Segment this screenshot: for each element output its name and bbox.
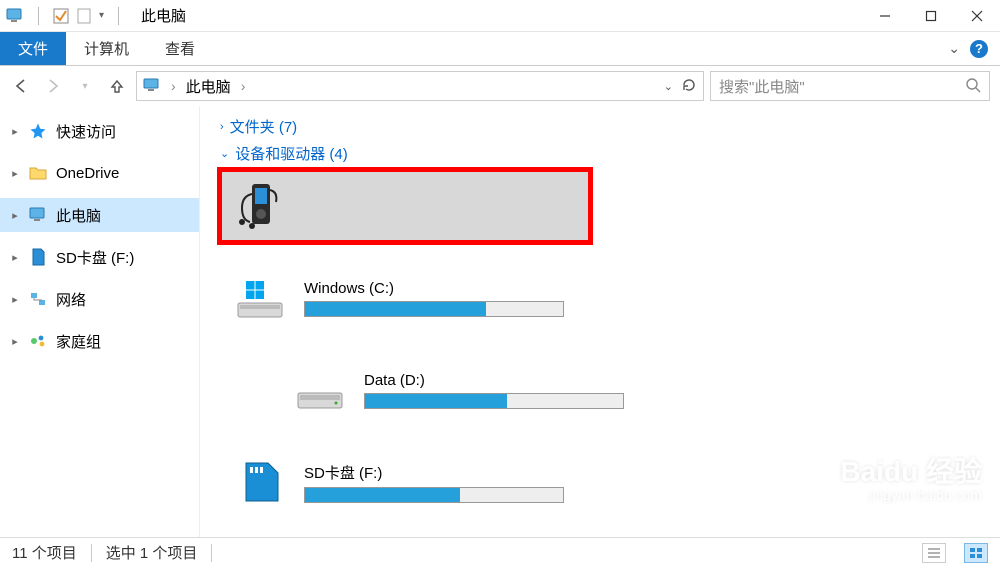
device-name: Data (D:) (364, 372, 642, 389)
up-button[interactable] (104, 73, 130, 99)
sidebar-item-this-pc[interactable]: ▸ 此电脑 (0, 198, 199, 232)
tab-view[interactable]: 查看 (147, 32, 213, 65)
network-icon (28, 289, 48, 309)
recent-dropdown-icon[interactable]: ▾ (72, 73, 98, 99)
device-name: SD卡盘 (F:) (304, 462, 582, 483)
search-icon[interactable] (965, 77, 981, 96)
sidebar-item-label: 快速访问 (56, 121, 116, 142)
forward-button[interactable] (40, 73, 66, 99)
chevron-down-icon: ⌄ (220, 147, 229, 160)
usage-bar (304, 301, 564, 317)
pc-icon (143, 78, 161, 95)
close-button[interactable] (954, 0, 1000, 32)
chevron-right-icon[interactable]: ▸ (10, 167, 20, 180)
group-devices[interactable]: ⌄ 设备和驱动器 (4) (220, 143, 980, 164)
status-bar: 11 个项目 选中 1 个项目 (0, 537, 1000, 567)
tab-computer[interactable]: 计算机 (66, 32, 147, 65)
help-button[interactable]: ? (970, 40, 988, 58)
quick-access-toolbar: ▾ (0, 7, 131, 25)
chevron-right-icon[interactable]: ▸ (10, 209, 20, 222)
sidebar-item-network[interactable]: ▸ 网络 (0, 282, 199, 316)
device-item-windows-c[interactable]: Windows (C:) (220, 262, 590, 334)
maximize-button[interactable] (908, 0, 954, 32)
chevron-right-icon: › (220, 121, 224, 133)
device-item-sd-f[interactable]: SD卡盘 (F:) (220, 446, 590, 518)
refresh-button[interactable] (681, 77, 697, 96)
tab-file[interactable]: 文件 (0, 32, 66, 65)
status-item-count: 11 个项目 (12, 542, 77, 563)
sidebar-item-label: 此电脑 (56, 205, 101, 226)
group-label: 设备和驱动器 (4) (235, 143, 348, 164)
sidebar-item-label: OneDrive (56, 165, 119, 182)
sidebar-item-label: 家庭组 (56, 331, 101, 352)
group-folders[interactable]: › 文件夹 (7) (220, 116, 980, 137)
search-placeholder: 搜索"此电脑" (719, 76, 965, 97)
view-large-icons-button[interactable] (964, 543, 988, 563)
sidebar-item-sd-card[interactable]: ▸ SD卡盘 (F:) (0, 240, 199, 274)
chevron-right-icon[interactable]: ▸ (10, 335, 20, 348)
homegroup-icon (28, 331, 48, 351)
status-selected-count: 选中 1 个项目 (106, 542, 198, 563)
checkbox-icon[interactable] (53, 8, 69, 24)
nav-row: ▾ › 此电脑 › ⌄ 搜索"此电脑" (0, 66, 1000, 106)
pc-icon (6, 8, 24, 24)
device-item-mp3[interactable] (220, 170, 590, 242)
ribbon-tabs: 文件 计算机 查看 ⌄ ? (0, 32, 1000, 66)
device-item-data-d[interactable]: Data (D:) (280, 354, 650, 426)
chevron-right-icon[interactable]: › (241, 78, 246, 94)
sidebar-item-quick-access[interactable]: ▸ 快速访问 (0, 114, 199, 148)
drive-windows-icon (228, 270, 292, 326)
sidebar-item-onedrive[interactable]: ▸ OneDrive (0, 156, 199, 190)
sidebar: ▸ 快速访问 ▸ OneDrive ▸ 此电脑 ▸ SD卡盘 (F:) ▸ 网络… (0, 106, 200, 537)
view-details-button[interactable] (922, 543, 946, 563)
chevron-right-icon[interactable]: ▸ (10, 251, 20, 264)
sidebar-item-label: SD卡盘 (F:) (56, 247, 134, 268)
drive-icon (288, 362, 352, 418)
pc-icon (28, 205, 48, 225)
folder-icon (28, 163, 48, 183)
document-icon[interactable] (77, 8, 91, 24)
chevron-right-icon[interactable]: › (171, 78, 176, 94)
window-title: 此电脑 (141, 5, 186, 26)
sd-card-icon (28, 247, 48, 267)
star-icon (28, 121, 48, 141)
sidebar-item-label: 网络 (56, 289, 86, 310)
usage-bar (364, 393, 624, 409)
titlebar: ▾ 此电脑 (0, 0, 1000, 32)
dropdown-caret-icon[interactable]: ▾ (99, 10, 104, 21)
breadcrumb[interactable]: 此电脑 (186, 76, 231, 97)
chevron-right-icon[interactable]: ▸ (10, 293, 20, 306)
sidebar-item-homegroup[interactable]: ▸ 家庭组 (0, 324, 199, 358)
address-dropdown-icon[interactable]: ⌄ (664, 80, 673, 93)
back-button[interactable] (8, 73, 34, 99)
search-box[interactable]: 搜索"此电脑" (710, 71, 990, 101)
ribbon-collapse-icon[interactable]: ⌄ (948, 40, 960, 57)
sd-card-icon (228, 454, 292, 510)
mp3-player-icon (228, 178, 292, 234)
chevron-right-icon[interactable]: ▸ (10, 125, 20, 138)
minimize-button[interactable] (862, 0, 908, 32)
usage-bar (304, 487, 564, 503)
group-label: 文件夹 (7) (230, 116, 298, 137)
device-name: Windows (C:) (304, 280, 582, 297)
content-pane: › 文件夹 (7) ⌄ 设备和驱动器 (4) (200, 106, 1000, 537)
address-bar[interactable]: › 此电脑 › ⌄ (136, 71, 704, 101)
